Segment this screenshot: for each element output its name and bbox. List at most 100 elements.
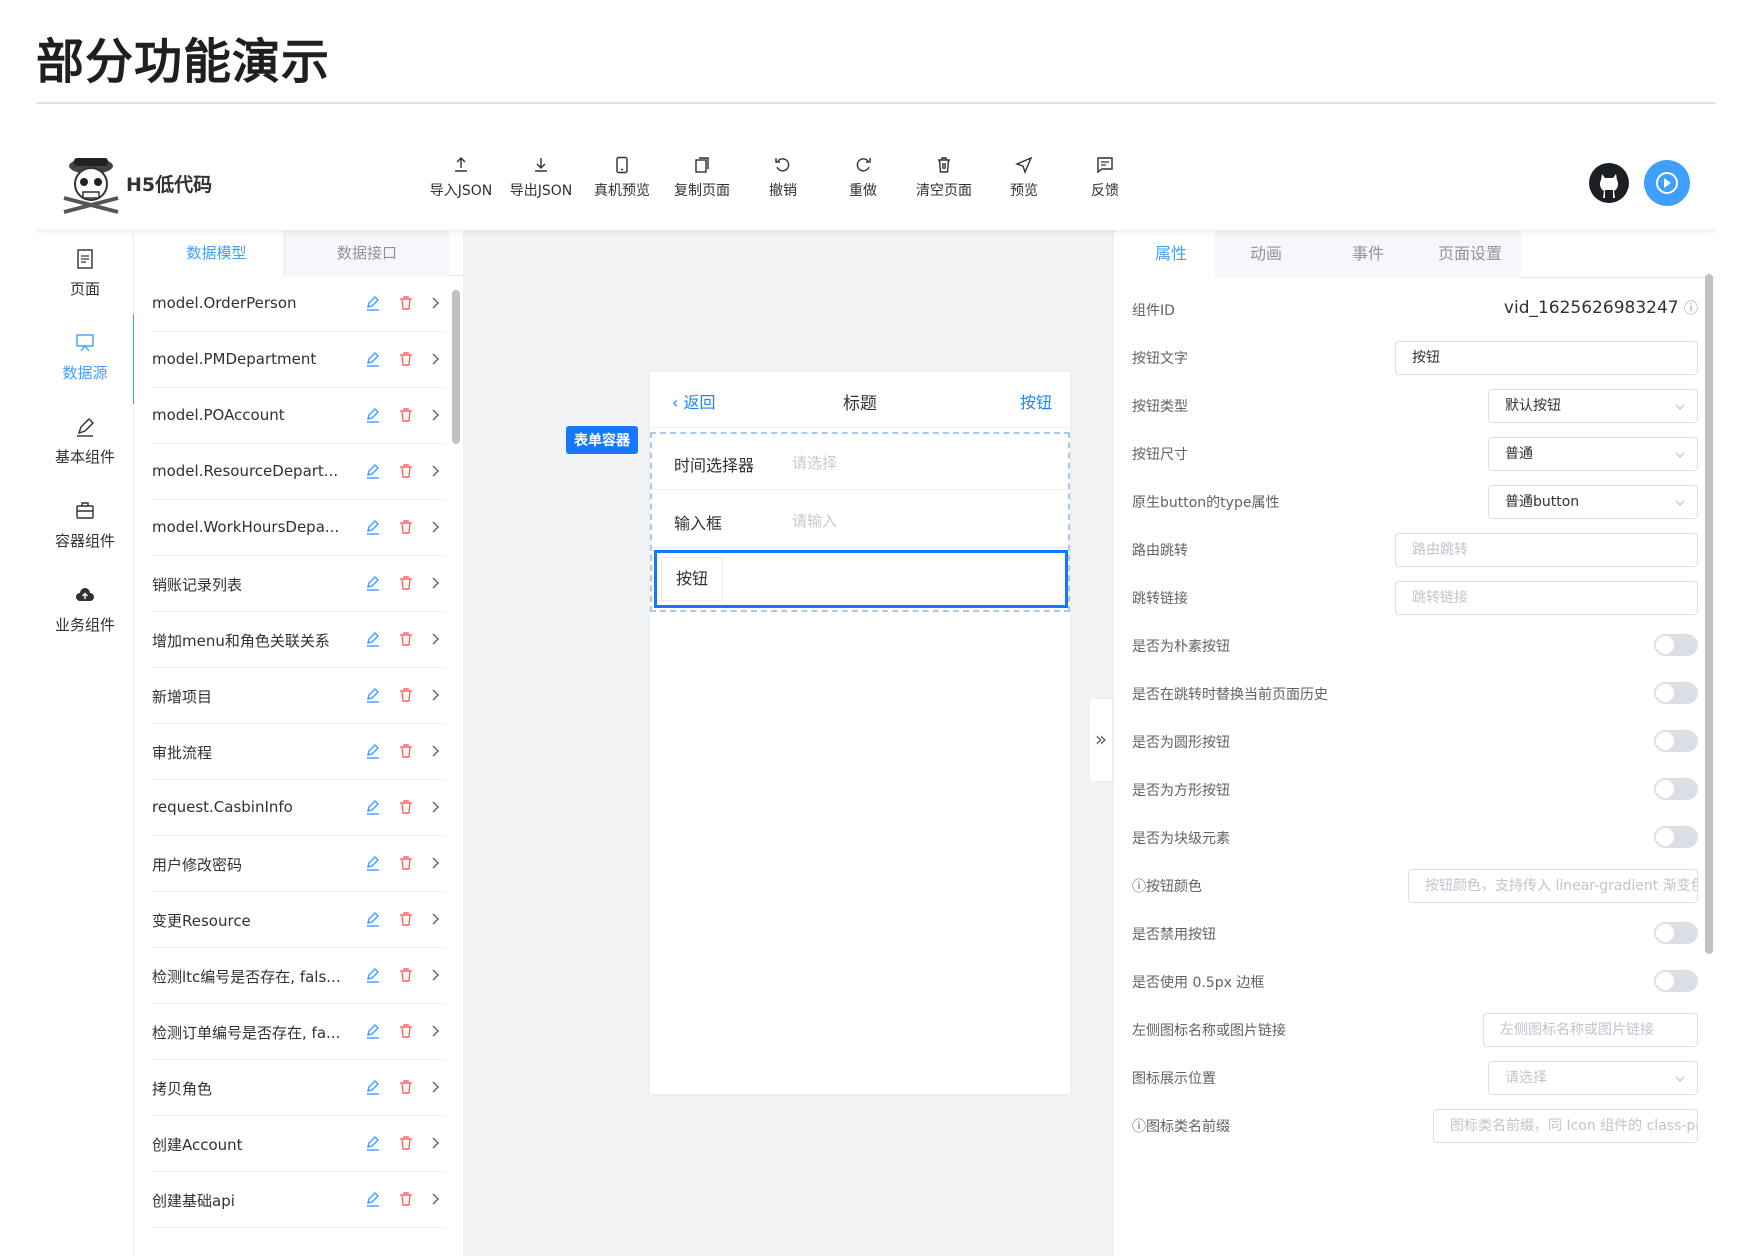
list-item[interactable]: 检测ltc编号是否存在, fals... <box>152 948 446 1004</box>
square-toggle[interactable] <box>1654 778 1698 800</box>
delete-icon[interactable] <box>397 462 415 480</box>
chevron-right-icon[interactable] <box>427 518 445 536</box>
text-input-field[interactable]: 输入框 请输入 <box>652 492 1068 548</box>
edit-icon[interactable] <box>364 1134 382 1152</box>
native-type-select[interactable]: 普通button <box>1488 485 1698 519</box>
list-item[interactable]: 销账记录列表 <box>152 556 446 612</box>
list-item[interactable]: 新增项目 <box>152 668 446 724</box>
edit-icon[interactable] <box>364 350 382 368</box>
delete-icon[interactable] <box>397 1190 415 1208</box>
delete-icon[interactable] <box>397 742 415 760</box>
icon-input[interactable]: 左侧图标名称或图片链接 <box>1483 1013 1698 1047</box>
redo-button[interactable]: 重做 <box>818 156 908 200</box>
delete-icon[interactable] <box>397 798 415 816</box>
delete-icon[interactable] <box>397 1078 415 1096</box>
rail-item-datasource[interactable]: 数据源 <box>36 314 135 404</box>
list-item[interactable]: model.OrderPerson <box>152 276 446 332</box>
delete-icon[interactable] <box>397 406 415 424</box>
list-item[interactable]: 检测订单编号是否存在, fa... <box>152 1004 446 1060</box>
preview-button[interactable]: 按钮 <box>661 557 723 601</box>
list-item[interactable]: 变更Resource <box>152 892 446 948</box>
edit-icon[interactable] <box>364 966 382 984</box>
disabled-toggle[interactable] <box>1654 922 1698 944</box>
icon-prefix-input[interactable]: 图标类名前缀，同 Icon 组件的 class-pref <box>1433 1109 1698 1143</box>
edit-icon[interactable] <box>364 518 382 536</box>
list-item[interactable]: 用户修改密码 <box>152 836 446 892</box>
edit-icon[interactable] <box>364 1078 382 1096</box>
chevron-right-icon[interactable] <box>427 630 445 648</box>
tab-data-interface[interactable]: 数据接口 <box>284 230 449 276</box>
list-item[interactable]: 拷贝角色 <box>152 1060 446 1116</box>
edit-icon[interactable] <box>364 854 382 872</box>
props-scrollbar[interactable] <box>1705 274 1713 954</box>
tab-props[interactable]: 属性 <box>1114 230 1229 278</box>
edit-icon[interactable] <box>364 742 382 760</box>
edit-icon[interactable] <box>364 798 382 816</box>
delete-icon[interactable] <box>397 1022 415 1040</box>
route-input[interactable]: 路由跳转 <box>1395 533 1698 567</box>
feedback-button[interactable]: 反馈 <box>1060 156 1150 200</box>
panel-scrollbar[interactable] <box>452 290 460 444</box>
round-toggle[interactable] <box>1654 730 1698 752</box>
import-json-button[interactable]: 导入JSON <box>416 156 506 200</box>
color-input[interactable]: 按钮颜色，支持传入 linear-gradient 渐变色 <box>1408 869 1698 903</box>
chevron-right-icon[interactable] <box>427 742 445 760</box>
rail-item-basic-components[interactable]: 基本组件 <box>36 398 134 488</box>
delete-icon[interactable] <box>397 350 415 368</box>
delete-icon[interactable] <box>397 294 415 312</box>
edit-icon[interactable] <box>364 406 382 424</box>
list-item[interactable]: 审批流程 <box>152 724 446 780</box>
chevron-right-icon[interactable] <box>427 966 445 984</box>
list-item[interactable]: request.CasbinInfo <box>152 780 446 836</box>
list-item[interactable]: model.ResourceDepart... <box>152 444 446 500</box>
edit-icon[interactable] <box>364 910 382 928</box>
edit-icon[interactable] <box>364 574 382 592</box>
tab-data-model[interactable]: 数据模型 <box>134 230 299 276</box>
chevron-right-icon[interactable] <box>427 1078 445 1096</box>
copy-page-button[interactable]: 复制页面 <box>657 156 747 200</box>
github-icon[interactable] <box>1586 160 1632 206</box>
delete-icon[interactable] <box>397 966 415 984</box>
list-item[interactable]: 创建基础api <box>152 1172 446 1228</box>
clear-page-button[interactable]: 清空页面 <box>899 156 989 200</box>
delete-icon[interactable] <box>397 854 415 872</box>
list-item[interactable]: model.WorkHoursDepa... <box>152 500 446 556</box>
rail-item-page[interactable]: 页面 <box>36 230 134 320</box>
export-json-button[interactable]: 导出JSON <box>496 156 586 200</box>
rail-item-container-components[interactable]: 容器组件 <box>36 482 134 572</box>
preview-button[interactable]: 预览 <box>979 156 1069 200</box>
run-button[interactable] <box>1644 160 1690 206</box>
chevron-right-icon[interactable] <box>427 686 445 704</box>
tab-animation[interactable]: 动画 <box>1215 230 1317 278</box>
delete-icon[interactable] <box>397 686 415 704</box>
chevron-right-icon[interactable] <box>427 854 445 872</box>
edit-icon[interactable] <box>364 1022 382 1040</box>
replace-toggle[interactable] <box>1654 682 1698 704</box>
device-preview-button[interactable]: 真机预览 <box>577 156 667 200</box>
chevron-right-icon[interactable] <box>427 798 445 816</box>
chevron-right-icon[interactable] <box>427 1022 445 1040</box>
list-item[interactable]: 增加menu和角色关联关系 <box>152 612 446 668</box>
hairline-toggle[interactable] <box>1654 970 1698 992</box>
delete-icon[interactable] <box>397 910 415 928</box>
edit-icon[interactable] <box>364 630 382 648</box>
chevron-right-icon[interactable] <box>427 462 445 480</box>
button-text-input[interactable]: 按钮 <box>1395 341 1698 375</box>
delete-icon[interactable] <box>397 518 415 536</box>
icon-position-select[interactable]: 请选择 <box>1488 1061 1698 1095</box>
collapse-panel-button[interactable]: » <box>1089 698 1113 782</box>
edit-icon[interactable] <box>364 1190 382 1208</box>
list-item[interactable]: 创建Account <box>152 1116 446 1172</box>
tab-events[interactable]: 事件 <box>1317 230 1419 278</box>
chevron-right-icon[interactable] <box>427 910 445 928</box>
edit-icon[interactable] <box>364 462 382 480</box>
plain-toggle[interactable] <box>1654 634 1698 656</box>
tab-page-settings[interactable]: 页面设置 <box>1419 230 1521 278</box>
nav-right-button[interactable]: 按钮 <box>1020 389 1052 413</box>
edit-icon[interactable] <box>364 294 382 312</box>
selected-button-component[interactable]: 按钮 <box>654 550 1068 608</box>
button-type-select[interactable]: 默认按钮 <box>1488 389 1698 423</box>
edit-icon[interactable] <box>364 686 382 704</box>
chevron-right-icon[interactable] <box>427 294 445 312</box>
chevron-right-icon[interactable] <box>427 574 445 592</box>
